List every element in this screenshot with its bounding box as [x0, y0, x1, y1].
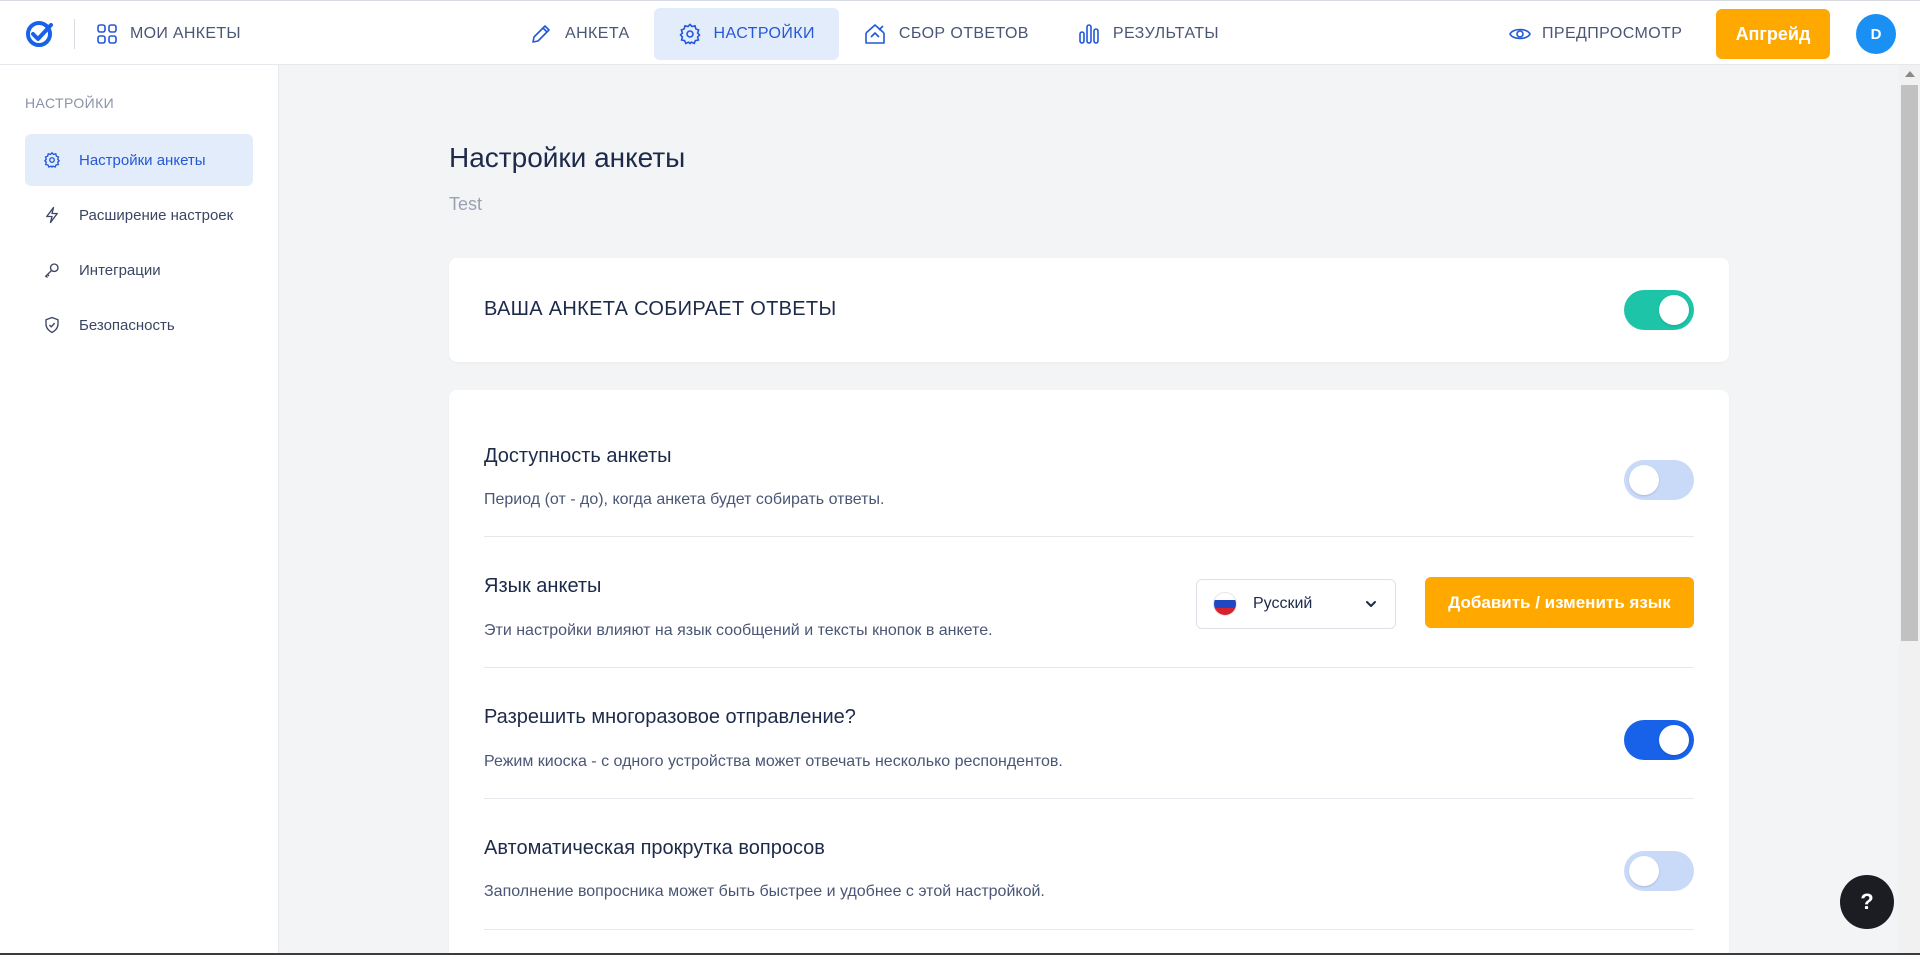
add-change-language-button[interactable]: Добавить / изменить язык	[1425, 577, 1694, 628]
tab-results[interactable]: РЕЗУЛЬТАТЫ	[1053, 8, 1243, 60]
setting-title: Разрешить многоразовое отправление?	[484, 706, 856, 728]
sidebar-item-advanced-settings[interactable]: Расширение настроек	[25, 189, 253, 241]
sidebar-item-label: Интеграции	[79, 261, 161, 279]
toggle-knob	[1659, 295, 1689, 325]
setting-description: Эти настройки влияют на язык сообщений и…	[484, 622, 993, 639]
setting-description: Период (от - до), когда анкета будет соб…	[484, 491, 885, 508]
preview-label: ПРЕДПРОСМОТР	[1542, 25, 1683, 42]
settings-card: Доступность анкеты Период (от - до), ког…	[449, 390, 1729, 955]
toggle-knob	[1629, 465, 1659, 495]
header-divider	[74, 19, 75, 49]
chart-bars-icon	[1079, 24, 1099, 44]
language-value: Русский	[1253, 595, 1313, 612]
form-name: Test	[449, 194, 483, 214]
language-select[interactable]: Русский	[1196, 579, 1396, 629]
preview-link[interactable]: ПРЕДПРОСМОТР	[1508, 21, 1682, 47]
setting-title: Язык анкеты	[484, 575, 602, 597]
main-tabs: АНКЕТА НАСТРОЙКИ СБОР ОТВЕТОВ РЕЗУЛЬТАТЫ	[505, 8, 1243, 60]
page-title: Настройки анкеты	[449, 142, 686, 173]
my-forms-link[interactable]: МОИ АНКЕТЫ	[96, 21, 241, 47]
russia-flag-icon	[1213, 592, 1237, 616]
help-button[interactable]: ?	[1840, 875, 1894, 929]
setting-title: Автоматическая прокрутка вопросов	[484, 837, 825, 859]
setting-auto-scroll: Автоматическая прокрутка вопросов Заполн…	[484, 799, 1694, 929]
sidebar-item-label: Настройки анкеты	[79, 151, 206, 169]
sidebar-item-integrations[interactable]: Интеграции	[25, 244, 253, 296]
tab-settings[interactable]: НАСТРОЙКИ	[653, 8, 839, 60]
auto-scroll-toggle[interactable]	[1624, 851, 1694, 891]
gear-icon	[43, 151, 61, 169]
my-forms-label: МОИ АНКЕТЫ	[130, 25, 241, 42]
sidebar-item-label: Безопасность	[79, 316, 175, 334]
logo-check-icon[interactable]	[24, 19, 54, 49]
scrollbar-thumb[interactable]	[1901, 85, 1918, 641]
tab-label: АНКЕТА	[565, 25, 630, 42]
key-icon	[44, 263, 59, 278]
toggle-knob	[1629, 856, 1659, 886]
top-header: МОИ АНКЕТЫ АНКЕТА НАСТРОЙКИ СБОР ОТВЕТОВ	[0, 0, 1920, 65]
tab-label: НАСТРОЙКИ	[713, 25, 815, 42]
upgrade-button[interactable]: Апгрейд	[1716, 9, 1830, 59]
divider	[484, 929, 1694, 930]
setting-description: Режим киоска - с одного устройства может…	[484, 753, 1063, 770]
pencil-icon	[532, 25, 550, 43]
tab-collect-responses[interactable]: СБОР ОТВЕТОВ	[839, 8, 1053, 60]
toggle-knob	[1659, 725, 1689, 755]
eye-icon	[1509, 28, 1531, 40]
chevron-down-icon	[1366, 601, 1376, 607]
multiple-submissions-toggle[interactable]	[1624, 720, 1694, 760]
grid-icon	[97, 24, 117, 44]
lightning-icon	[46, 206, 58, 224]
avatar[interactable]: D	[1856, 14, 1896, 54]
availability-toggle[interactable]	[1624, 460, 1694, 500]
setting-title: Доступность анкеты	[484, 445, 672, 467]
sidebar-item-security[interactable]: Безопасность	[25, 299, 253, 351]
sidebar-item-form-settings[interactable]: Настройки анкеты	[25, 134, 253, 186]
collect-responses-toggle[interactable]	[1624, 290, 1694, 330]
setting-availability: Доступность анкеты Период (от - до), ког…	[484, 390, 1694, 536]
vertical-scrollbar[interactable]	[1899, 65, 1920, 955]
gear-icon	[678, 23, 701, 45]
tab-label: РЕЗУЛЬТАТЫ	[1112, 25, 1219, 42]
share-icon	[865, 24, 885, 44]
collect-responses-label: ВАША АНКЕТА СОБИРАЕТ ОТВЕТЫ	[484, 298, 837, 320]
tab-form[interactable]: АНКЕТА	[505, 8, 654, 60]
scroll-up-arrow-icon[interactable]	[1905, 71, 1915, 77]
sidebar-title: НАСТРОЙКИ	[25, 95, 115, 111]
shield-icon	[45, 316, 59, 334]
sidebar-item-label: Расширение настроек	[79, 206, 234, 224]
setting-multiple-submissions: Разрешить многоразовое отправление? Режи…	[484, 668, 1694, 798]
settings-sidebar: НАСТРОЙКИ Настройки анкеты Расширение на…	[0, 65, 279, 955]
collect-responses-card: ВАША АНКЕТА СОБИРАЕТ ОТВЕТЫ	[449, 258, 1729, 362]
tab-label: СБОР ОТВЕТОВ	[898, 25, 1029, 42]
setting-description: Заполнение вопросника может быть быстрее…	[484, 883, 1045, 900]
